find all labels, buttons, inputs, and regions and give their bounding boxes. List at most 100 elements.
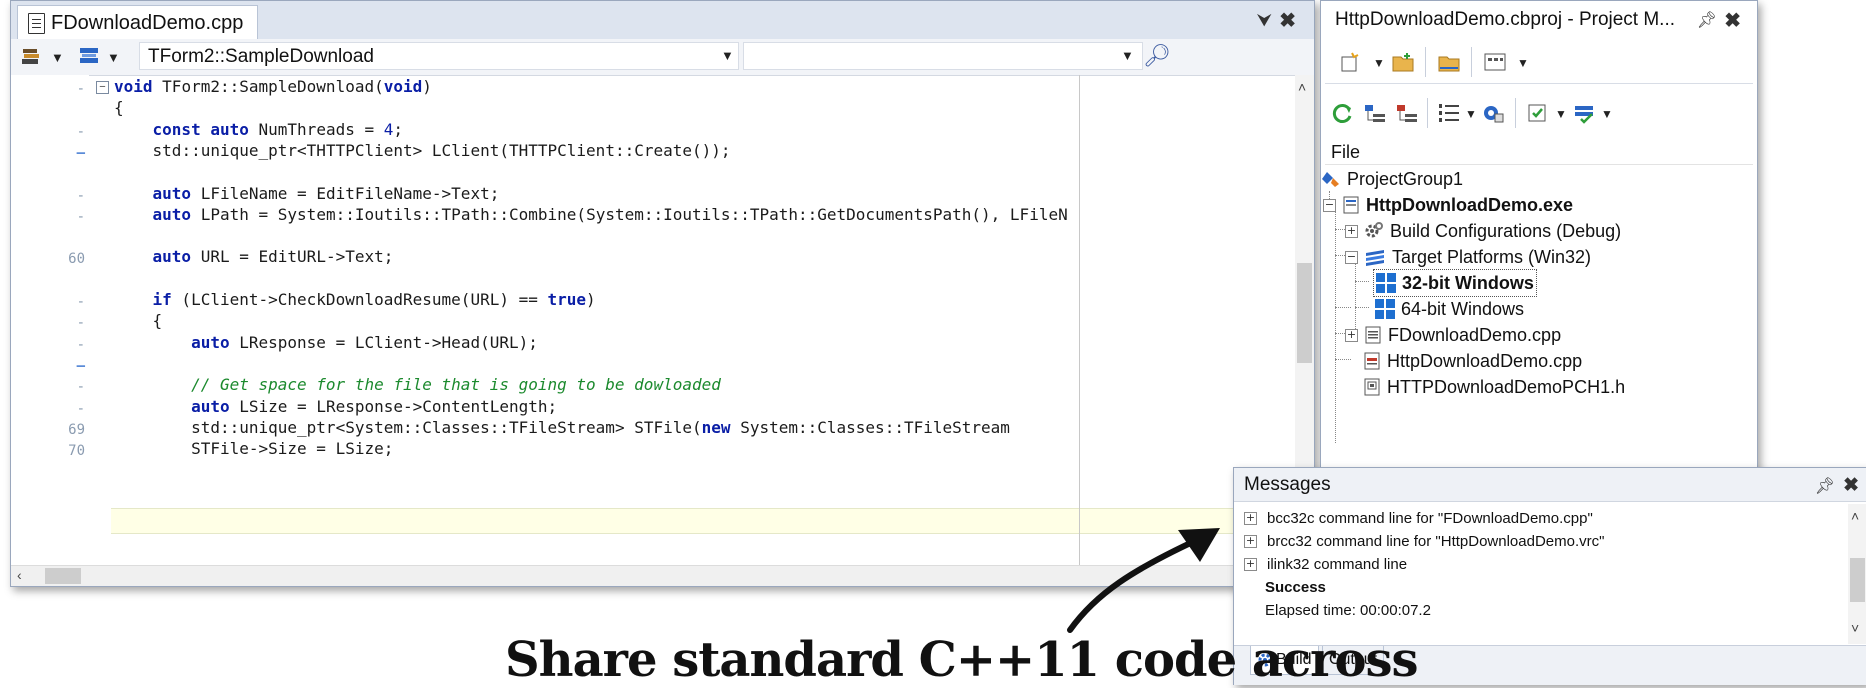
- close-icon[interactable]: ✖: [1279, 8, 1296, 33]
- tree-item-project-group[interactable]: ProjectGroup1: [1321, 165, 1463, 193]
- project-manager-title: HttpDownloadDemo.cbproj - Project M...: [1321, 1, 1757, 39]
- code-line[interactable]: auto LResponse = LClient->Head(URL);: [114, 331, 538, 355]
- secondary-selector[interactable]: [743, 42, 1143, 70]
- expand-icon[interactable]: +: [1345, 328, 1358, 342]
- tree-item-httpdownloaddemo-cpp[interactable]: HttpDownloadDemo.cpp: [1363, 347, 1582, 375]
- tree-item-32bit-windows[interactable]: 32-bit Windows: [1373, 269, 1537, 297]
- line-number: -: [76, 400, 85, 417]
- fold-toggle-icon[interactable]: −: [96, 81, 109, 94]
- line-number: 60: [68, 251, 85, 268]
- callout-arrow: [1067, 528, 1220, 633]
- scrollbar-thumb[interactable]: [1850, 558, 1865, 602]
- editor-tab[interactable]: FDownloadDemo.cpp: [17, 5, 259, 40]
- tree-item-64bit-windows[interactable]: 64-bit Windows: [1375, 295, 1524, 323]
- line-number: -: [76, 123, 85, 140]
- structure-dropdown-icon[interactable]: ▼: [107, 50, 120, 65]
- view-options-dropdown-icon[interactable]: ▼: [1517, 56, 1529, 70]
- tree-item-build-configurations[interactable]: + Build Configurations (Debug): [1345, 217, 1621, 245]
- code-line[interactable]: STFile->Size = LSize;: [114, 437, 393, 461]
- expand-icon[interactable]: +: [1345, 224, 1358, 238]
- line-number-gutter: - - – - - 60 - - - – - - 69 70: [11, 75, 89, 565]
- line-number: -: [76, 294, 85, 310]
- books-icon[interactable]: [21, 46, 43, 66]
- line-number: -: [76, 315, 85, 332]
- editor-tab-label: FDownloadDemo.cpp: [51, 11, 244, 34]
- search-icon[interactable]: 🔎︎: [1143, 43, 1171, 69]
- message-row[interactable]: + ilink32 command line: [1244, 556, 1407, 573]
- column-header-file[interactable]: File: [1325, 139, 1753, 165]
- tree-item-target-platforms[interactable]: − Target Platforms (Win32): [1345, 243, 1591, 271]
- pin-icon[interactable]: 📌︎: [1815, 476, 1835, 496]
- scroll-down-icon[interactable]: ˅: [1851, 620, 1859, 636]
- scrollbar-thumb[interactable]: [45, 568, 81, 584]
- tree-item-label: HttpDownloadDemo.exe: [1366, 195, 1574, 215]
- scroll-left-icon[interactable]: ‹: [17, 567, 22, 583]
- message-text: ilink32 command line: [1267, 556, 1408, 573]
- windows-icon: [1375, 299, 1395, 319]
- code-line[interactable]: void TForm2::SampleDownload(void): [114, 75, 432, 99]
- line-number: –: [76, 144, 85, 161]
- messages-title: Messages: [1234, 468, 1866, 502]
- new-item-icon[interactable]: [1339, 51, 1363, 73]
- pin-icon[interactable]: 📌︎: [1697, 10, 1717, 30]
- message-row[interactable]: + bcc32c command line for "FDownloadDemo…: [1244, 510, 1593, 527]
- caption-text: Share standard C++11 code across: [505, 632, 1419, 688]
- tree-item-fdownloaddemo-cpp[interactable]: + FDownloadDemo.cpp: [1345, 321, 1561, 349]
- build-dropdown-icon[interactable]: ▼: [1555, 107, 1567, 121]
- build-all-dropdown-icon[interactable]: ▼: [1601, 107, 1613, 121]
- tree-item-exe[interactable]: − HttpDownloadDemo.exe: [1323, 191, 1573, 219]
- platforms-icon: [1366, 250, 1384, 266]
- message-row[interactable]: + brcc32 command line for "HttpDownloadD…: [1244, 533, 1604, 550]
- project-settings-icon[interactable]: [1481, 102, 1505, 124]
- scroll-up-icon[interactable]: ˄: [1298, 79, 1306, 95]
- add-folder-icon[interactable]: [1391, 51, 1415, 73]
- code-line[interactable]: if (LClient->CheckDownloadResume(URL) ==…: [114, 288, 596, 312]
- close-icon[interactable]: ✖: [1843, 474, 1859, 497]
- sort-dropdown-icon[interactable]: ▼: [1465, 107, 1477, 121]
- books-dropdown-icon[interactable]: ▼: [51, 50, 64, 65]
- sort-list-icon[interactable]: [1437, 102, 1461, 124]
- project-tree: ProjectGroup1 − HttpDownloadDemo.exe + B…: [1321, 165, 1757, 455]
- expand-tree-icon[interactable]: [1363, 102, 1387, 124]
- project-toolbar-top: ▼ ▼: [1325, 41, 1753, 84]
- expand-icon[interactable]: +: [1244, 512, 1257, 525]
- code-area[interactable]: void TForm2::SampleDownload(void){ const…: [114, 75, 1294, 565]
- tab-list-dropdown-icon[interactable]: ⮟: [1257, 10, 1272, 31]
- tree-item-pch-header[interactable]: HTTPDownloadDemoPCH1.h: [1363, 373, 1625, 401]
- tree-item-label: 64-bit Windows: [1401, 299, 1525, 319]
- expand-icon[interactable]: +: [1244, 558, 1257, 571]
- line-number: 69: [68, 421, 85, 438]
- chevron-down-icon[interactable]: ▼: [721, 48, 734, 63]
- tree-item-label: Build Configurations (Debug): [1390, 221, 1622, 241]
- code-line[interactable]: auto LPath = System::Ioutils::TPath::Com…: [114, 203, 1068, 227]
- line-number: 70: [68, 443, 85, 460]
- line-number: -: [76, 81, 85, 97]
- build-icon[interactable]: [1527, 102, 1551, 124]
- collapse-tree-icon[interactable]: [1395, 102, 1419, 124]
- windows-icon: [1376, 273, 1396, 293]
- close-icon[interactable]: ✖: [1724, 8, 1741, 33]
- collapse-icon[interactable]: −: [1323, 198, 1336, 212]
- cpp-file-icon: [1364, 352, 1380, 370]
- new-item-dropdown-icon[interactable]: ▼: [1373, 56, 1385, 70]
- view-options-icon[interactable]: [1483, 51, 1507, 73]
- method-selector[interactable]: TForm2::SampleDownload: [139, 42, 739, 70]
- scrollbar-thumb[interactable]: [1297, 263, 1312, 363]
- expand-icon[interactable]: +: [1244, 535, 1257, 548]
- refresh-icon[interactable]: [1331, 102, 1355, 124]
- code-line[interactable]: auto URL = EditURL->Text;: [114, 245, 394, 269]
- structure-icon[interactable]: [78, 46, 100, 66]
- message-text: bcc32c command line for "FDownloadDemo.c…: [1267, 510, 1593, 527]
- code-editor-window: FDownloadDemo.cpp ⮟ ✖ ▼ ▼ TForm2::Sample…: [10, 0, 1315, 587]
- tree-item-label: HttpDownloadDemo.cpp: [1387, 351, 1583, 371]
- gear-icon: [1365, 222, 1383, 238]
- tree-item-label: 32-bit Windows: [1402, 273, 1534, 293]
- scroll-up-icon[interactable]: ˄: [1851, 508, 1859, 524]
- build-all-icon[interactable]: [1573, 102, 1597, 124]
- method-selector-value: TForm2::SampleDownload: [148, 46, 374, 67]
- code-line[interactable]: std::unique_ptr<THTTPClient> LClient(THT…: [114, 139, 731, 163]
- open-folder-icon[interactable]: [1437, 51, 1461, 73]
- collapse-icon[interactable]: −: [1345, 250, 1358, 264]
- source-file-icon: [28, 12, 45, 34]
- chevron-down-icon[interactable]: ▼: [1121, 48, 1134, 63]
